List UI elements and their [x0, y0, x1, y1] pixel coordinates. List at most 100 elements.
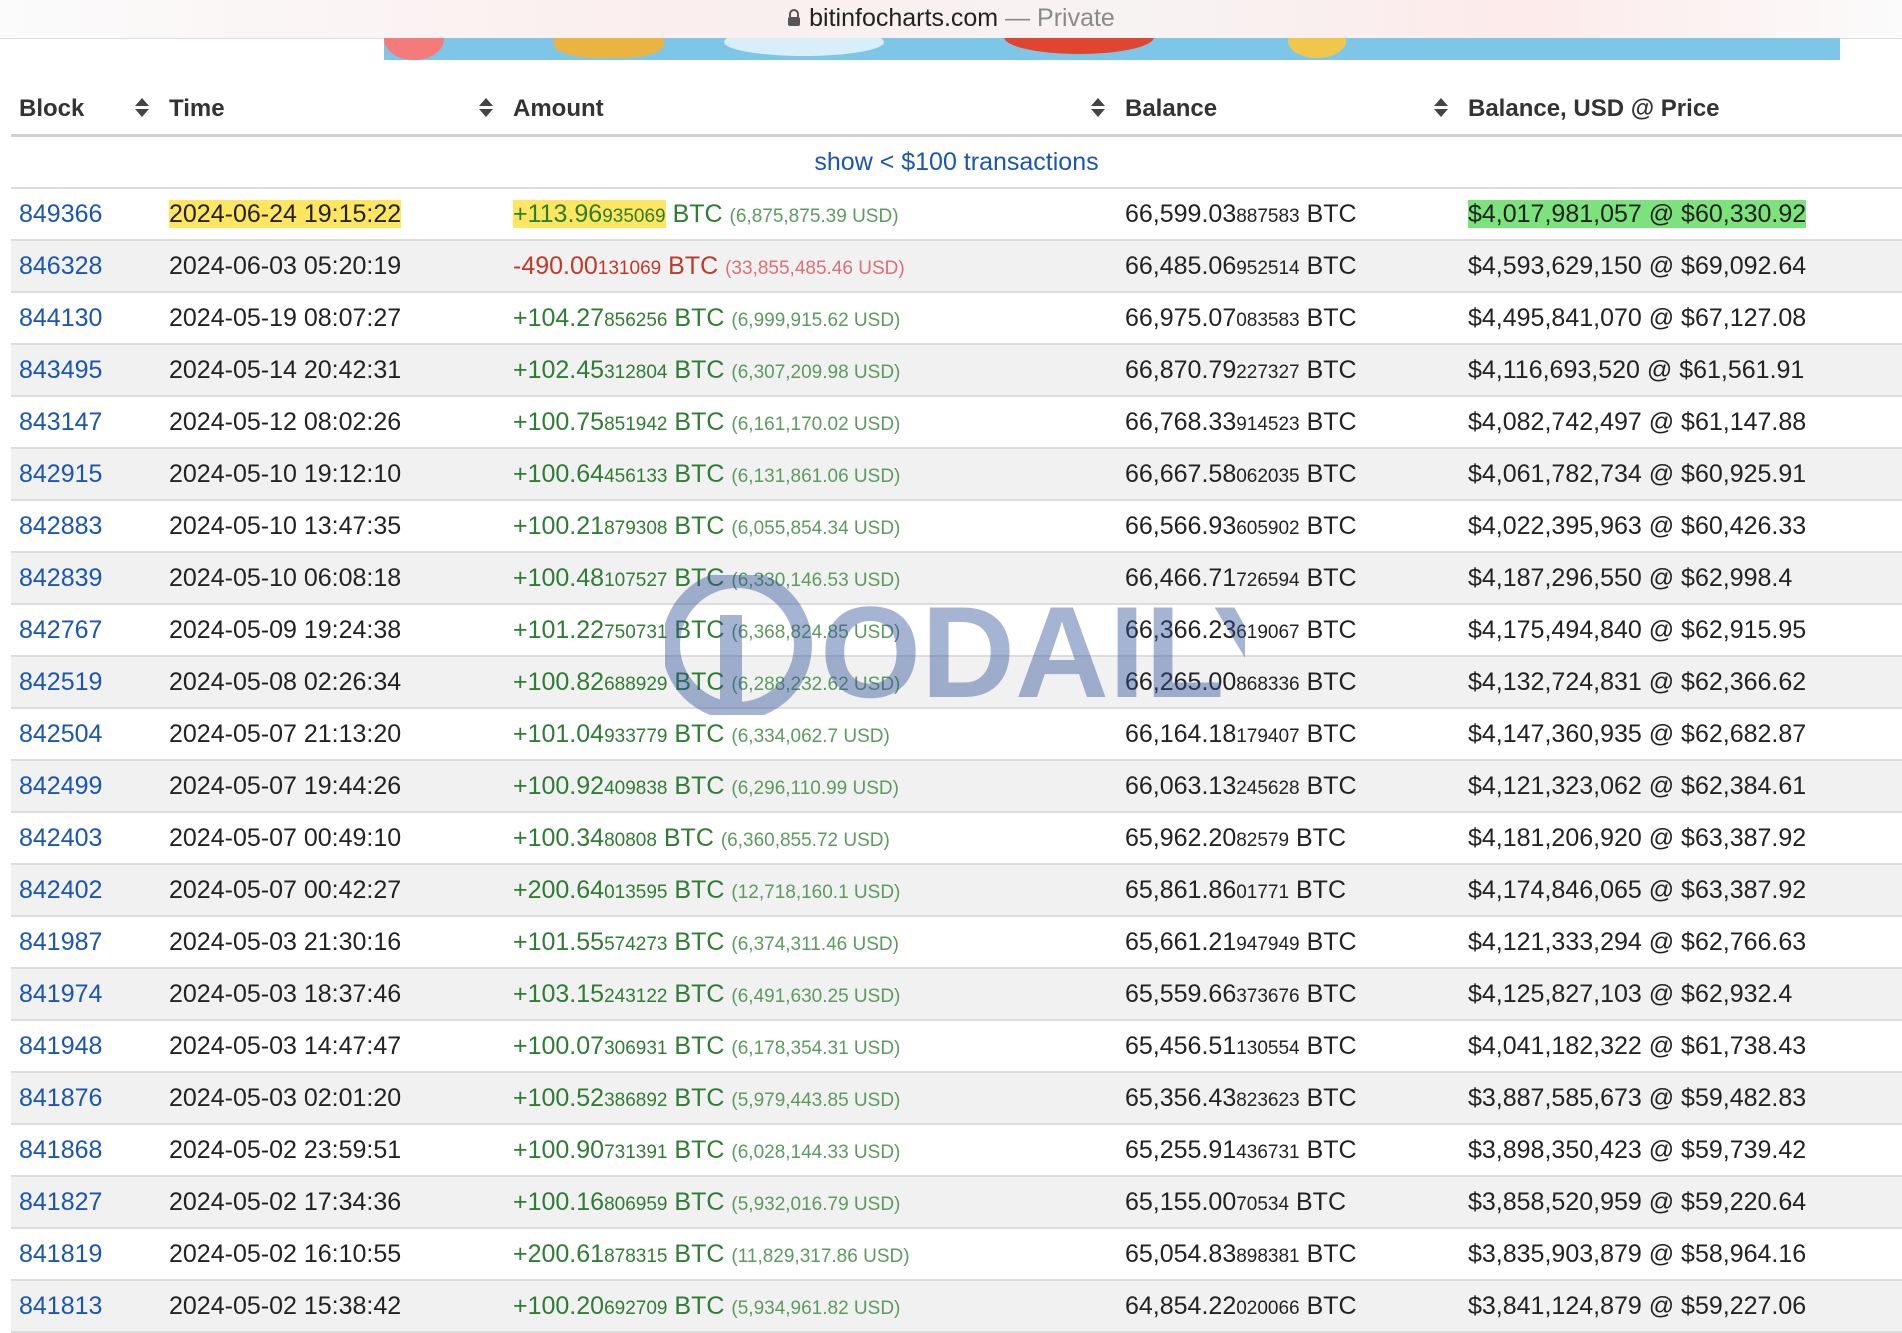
- balance-usd-value: $4,116,693,520 @ $61,561.91: [1468, 355, 1805, 384]
- block-link[interactable]: 841987: [19, 928, 102, 956]
- balance-unit: BTC: [1299, 199, 1357, 228]
- banner-shape: [724, 38, 884, 56]
- block-link[interactable]: 842883: [19, 512, 102, 540]
- block-link[interactable]: 841974: [19, 980, 102, 1008]
- header-amount[interactable]: Amount: [505, 84, 1117, 137]
- cell-amount: +100.48107527 BTC (6,330,146.53 USD): [505, 552, 1117, 605]
- header-balance-usd[interactable]: Balance, USD @ Price: [1460, 84, 1902, 137]
- block-link[interactable]: 842915: [19, 460, 102, 488]
- header-block[interactable]: Block: [11, 84, 161, 137]
- block-link[interactable]: 842839: [19, 564, 102, 592]
- cell-time: 2024-05-10 06:08:18: [161, 552, 505, 605]
- show-small-transactions-row: show < $100 transactions: [11, 135, 1902, 189]
- cell-time: 2024-05-02 15:38:42: [161, 1280, 505, 1333]
- amount-unit: BTC: [667, 927, 732, 956]
- block-link[interactable]: 841948: [19, 1032, 102, 1060]
- block-link[interactable]: 846328: [19, 252, 102, 280]
- balance-decimals: 245628: [1236, 777, 1300, 799]
- block-link[interactable]: 842402: [19, 876, 102, 904]
- amount-unit: BTC: [667, 875, 732, 904]
- amount-decimals: 692709: [604, 1297, 668, 1319]
- amount-usd: (6,875,875.39 USD): [729, 205, 899, 227]
- amount-unit: BTC: [667, 303, 732, 332]
- balance-value: 66,485.06: [1125, 251, 1237, 280]
- block-link[interactable]: 844130: [19, 304, 102, 332]
- time-value: 2024-05-19 08:07:27: [169, 303, 402, 332]
- cell-balance-usd: $4,017,981,057 @ $60,330.92: [1460, 188, 1902, 241]
- cell-time: 2024-05-02 17:34:36: [161, 1176, 505, 1229]
- cell-time: 2024-05-02 16:10:55: [161, 1228, 505, 1281]
- url-text[interactable]: bitinfocharts.com — Private: [787, 4, 1115, 34]
- amount-usd: (6,161,170.02 USD): [731, 413, 901, 435]
- time-value: 2024-05-07 00:42:27: [169, 875, 402, 904]
- cell-balance: 66,466.71726594 BTC: [1117, 552, 1460, 605]
- table-row: 841868 2024-05-02 23:59:51 +100.90731391 B…: [11, 1124, 1902, 1177]
- table-row: 842883 2024-05-10 13:47:35 +100.21879308 B…: [11, 500, 1902, 553]
- amount-value: +100.34: [513, 823, 605, 852]
- block-link[interactable]: 841876: [19, 1084, 102, 1112]
- sort-icon[interactable]: [1091, 98, 1105, 120]
- header-time[interactable]: Time: [161, 84, 505, 137]
- block-link[interactable]: 842504: [19, 720, 102, 748]
- block-link[interactable]: 843147: [19, 408, 102, 436]
- sort-icon[interactable]: [1434, 98, 1448, 120]
- cell-balance-usd: $4,082,742,497 @ $61,147.88: [1460, 396, 1902, 449]
- block-link[interactable]: 841868: [19, 1136, 102, 1164]
- browser-url-bar[interactable]: bitinfocharts.com — Private: [0, 0, 1902, 39]
- amount-decimals: 935069: [602, 205, 666, 227]
- block-link[interactable]: 841819: [19, 1240, 102, 1268]
- table-row: 843147 2024-05-12 08:02:26 +100.75851942 B…: [11, 396, 1902, 449]
- block-link[interactable]: 842403: [19, 824, 102, 852]
- table-row: 844130 2024-05-19 08:07:27 +104.27856256 B…: [11, 292, 1902, 345]
- amount-value: +100.07: [513, 1031, 605, 1060]
- block-link[interactable]: 842767: [19, 616, 102, 644]
- table-row: 841827 2024-05-02 17:34:36 +100.16806959 B…: [11, 1176, 1902, 1229]
- time-value: 2024-06-24 19:15:22: [169, 199, 402, 228]
- block-link[interactable]: 841813: [19, 1292, 102, 1320]
- header-label: Amount: [513, 95, 604, 122]
- cell-balance: 66,768.33914523 BTC: [1117, 396, 1460, 449]
- cell-balance-usd: $4,187,296,550 @ $62,998.4: [1460, 552, 1902, 605]
- header-label: Balance: [1125, 95, 1218, 122]
- amount-decimals: 386892: [604, 1089, 668, 1111]
- cell-block: 841813: [11, 1280, 161, 1333]
- balance-usd-value: $4,121,323,062 @ $62,384.61: [1468, 771, 1807, 800]
- block-link[interactable]: 841827: [19, 1188, 102, 1216]
- time-value: 2024-05-02 23:59:51: [169, 1135, 402, 1164]
- header-balance[interactable]: Balance: [1117, 84, 1460, 137]
- time-value: 2024-05-10 19:12:10: [169, 459, 402, 488]
- ad-banner[interactable]: [384, 38, 1840, 60]
- sort-icon[interactable]: [135, 98, 149, 120]
- amount-unit: BTC: [667, 1083, 732, 1112]
- amount-value: -490.00: [513, 251, 598, 280]
- cell-amount: +100.75851942 BTC (6,161,170.02 USD): [505, 396, 1117, 449]
- block-link[interactable]: 842519: [19, 668, 102, 696]
- time-value: 2024-05-02 15:38:42: [169, 1291, 402, 1320]
- block-link[interactable]: 849366: [19, 200, 102, 228]
- sort-icon[interactable]: [479, 98, 493, 120]
- amount-usd: (6,288,232.62 USD): [731, 673, 901, 695]
- balance-unit: BTC: [1289, 823, 1347, 852]
- block-link[interactable]: 843495: [19, 356, 102, 384]
- cell-balance-usd: $4,174,846,065 @ $63,387.92: [1460, 864, 1902, 917]
- cell-amount: +100.3480808 BTC (6,360,855.72 USD): [505, 812, 1117, 865]
- balance-unit: BTC: [1299, 927, 1357, 956]
- balance-value: 66,975.07: [1125, 303, 1237, 332]
- balance-unit: BTC: [1299, 615, 1357, 644]
- show-small-transactions-link[interactable]: show < $100 transactions: [814, 148, 1098, 176]
- balance-usd-value: $4,082,742,497 @ $61,147.88: [1468, 407, 1807, 436]
- cell-block: 843495: [11, 344, 161, 397]
- balance-decimals: 868336: [1236, 673, 1300, 695]
- balance-decimals: 605902: [1236, 517, 1300, 539]
- url-domain: bitinfocharts.com: [809, 4, 999, 32]
- balance-value: 66,265.00: [1125, 667, 1237, 696]
- balance-decimals: 436731: [1236, 1141, 1300, 1163]
- balance-unit: BTC: [1299, 407, 1357, 436]
- amount-value: +101.04: [513, 719, 605, 748]
- block-link[interactable]: 842499: [19, 772, 102, 800]
- balance-decimals: 619067: [1236, 621, 1300, 643]
- balance-unit: BTC: [1299, 355, 1357, 384]
- cell-amount: +100.20692709 BTC (5,934,961.82 USD): [505, 1280, 1117, 1333]
- balance-value: 66,366.23: [1125, 615, 1237, 644]
- cell-balance-usd: $4,116,693,520 @ $61,561.91: [1460, 344, 1902, 397]
